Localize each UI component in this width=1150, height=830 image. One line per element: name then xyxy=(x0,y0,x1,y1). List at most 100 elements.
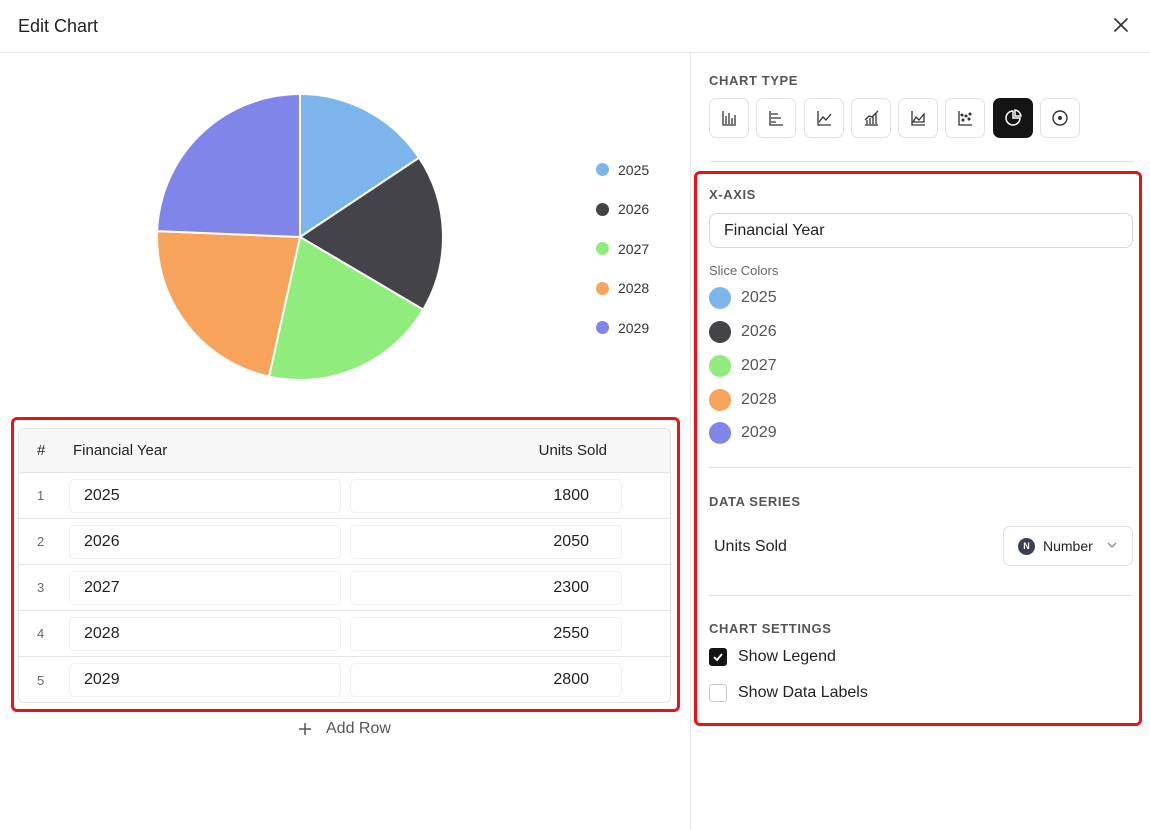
series-name: Units Sold xyxy=(714,538,787,555)
dialog-header: Edit Chart xyxy=(0,0,1150,53)
legend-item: 2026 xyxy=(596,190,649,230)
section-divider xyxy=(709,467,1133,468)
units-cell[interactable]: 2800 xyxy=(350,663,622,697)
show-data-labels-label: Show Data Labels xyxy=(738,684,868,701)
chart-type-selector xyxy=(709,98,1087,138)
column-header-financial-year: Financial Year xyxy=(73,442,168,459)
chart-type-pie-button[interactable] xyxy=(992,98,1033,138)
chart-type-horizontal-bar-button[interactable] xyxy=(756,98,797,138)
close-button[interactable] xyxy=(1110,14,1132,36)
legend-marker xyxy=(596,321,609,335)
checkmark-icon xyxy=(713,653,723,662)
show-legend-option[interactable]: Show Legend xyxy=(709,648,836,666)
bar-chart-icon xyxy=(722,111,736,126)
settings-highlight-box xyxy=(694,171,1142,726)
year-cell[interactable]: 2029 xyxy=(69,663,341,697)
pie-chart-icon xyxy=(1005,109,1022,126)
legend-marker xyxy=(596,202,609,216)
slice-colors-label: Slice Colors xyxy=(709,263,779,278)
column-header-index: # xyxy=(37,442,46,459)
column-header-units-sold: Units Sold xyxy=(538,442,607,459)
dialog-title: Edit Chart xyxy=(18,15,99,36)
slice-color-row[interactable]: 2025 xyxy=(709,287,777,309)
horizontal-bar-chart-icon xyxy=(769,111,784,126)
slice-color-label: 2029 xyxy=(741,424,777,441)
slice-color-row[interactable]: 2029 xyxy=(709,422,777,444)
section-divider xyxy=(709,595,1133,596)
year-cell[interactable]: 2027 xyxy=(69,570,341,605)
table-row: 1 2025 1800 xyxy=(19,473,670,519)
series-type-value: Number xyxy=(1043,538,1093,554)
close-icon xyxy=(1114,18,1128,32)
show-data-labels-option[interactable]: Show Data Labels xyxy=(709,684,868,702)
chart-type-donut-button[interactable] xyxy=(1040,98,1081,138)
year-cell[interactable]: 2028 xyxy=(69,616,341,651)
units-cell[interactable]: 2550 xyxy=(350,616,622,651)
series-type-select[interactable]: N Number xyxy=(1003,526,1133,566)
chart-preview-pane: 2025 2026 2027 2028 2029 # Financial Yea… xyxy=(0,53,690,830)
data-table: # Financial Year Units Sold 1 2025 1800 … xyxy=(18,428,671,703)
table-row: 3 2027 2300 xyxy=(19,565,670,611)
combo-chart-icon xyxy=(864,110,879,126)
row-index: 3 xyxy=(37,580,45,595)
pie-slice-2029 xyxy=(156,92,301,239)
legend-label: 2026 xyxy=(618,201,650,218)
add-row-label: Add Row xyxy=(326,720,391,737)
legend-label: 2029 xyxy=(618,319,650,336)
plus-icon xyxy=(299,723,311,735)
chart-type-label: CHART TYPE xyxy=(709,73,799,88)
legend-label: 2027 xyxy=(618,240,650,257)
chevron-down-icon xyxy=(1107,542,1117,548)
settings-panel: CHART TYPE X-AXIS Slice Colors 2025 2 xyxy=(690,53,1150,830)
show-data-labels-checkbox[interactable] xyxy=(709,684,727,702)
data-series-label: DATA SERIES xyxy=(709,494,801,509)
area-chart-icon xyxy=(911,111,926,126)
slice-color-label: 2027 xyxy=(741,357,777,374)
legend-label: 2025 xyxy=(618,161,650,178)
row-index: 4 xyxy=(37,626,45,641)
line-chart-icon xyxy=(816,111,832,126)
chart-type-combo-button[interactable] xyxy=(850,98,891,138)
color-swatch[interactable] xyxy=(709,287,731,309)
legend-item: 2028 xyxy=(596,269,649,309)
row-index: 5 xyxy=(37,672,45,688)
slice-color-label: 2028 xyxy=(741,391,777,408)
show-legend-checkbox[interactable] xyxy=(709,648,727,666)
legend-marker xyxy=(596,242,609,256)
legend-item: 2029 xyxy=(596,308,649,348)
row-index: 1 xyxy=(37,488,45,503)
color-swatch[interactable] xyxy=(709,422,731,444)
chart-type-area-button[interactable] xyxy=(898,98,939,138)
section-divider xyxy=(709,161,1133,162)
units-cell[interactable]: 2050 xyxy=(350,524,622,559)
color-swatch[interactable] xyxy=(709,321,731,343)
show-legend-label: Show Legend xyxy=(738,648,836,665)
chart-type-line-button[interactable] xyxy=(803,98,844,138)
units-cell[interactable]: 1800 xyxy=(350,478,622,513)
chart-settings-label: CHART SETTINGS xyxy=(709,621,832,636)
units-cell[interactable]: 2300 xyxy=(350,570,622,605)
slice-color-row[interactable]: 2027 xyxy=(709,355,777,377)
slice-color-label: 2026 xyxy=(741,323,777,340)
legend-item: 2025 xyxy=(596,150,649,190)
pie-chart xyxy=(156,92,444,381)
number-type-icon: N xyxy=(1018,537,1035,555)
x-axis-input[interactable] xyxy=(709,213,1133,248)
donut-chart-icon xyxy=(1052,110,1068,126)
add-row-button[interactable]: Add Row xyxy=(298,720,391,738)
color-swatch[interactable] xyxy=(709,355,731,377)
color-swatch[interactable] xyxy=(709,389,731,411)
chart-type-scatter-button[interactable] xyxy=(945,98,986,138)
year-cell[interactable]: 2025 xyxy=(69,478,341,513)
slice-color-row[interactable]: 2028 xyxy=(709,389,777,411)
table-row: 5 2029 2800 xyxy=(19,657,670,702)
chart-type-bar-button[interactable] xyxy=(709,98,749,138)
year-cell[interactable]: 2026 xyxy=(69,524,341,559)
slice-color-row[interactable]: 2026 xyxy=(709,321,777,343)
row-index: 2 xyxy=(37,534,45,549)
table-row: 2 2026 2050 xyxy=(19,519,670,565)
scatter-chart-icon xyxy=(958,111,973,126)
chart-legend: 2025 2026 2027 2028 2029 xyxy=(596,150,649,348)
legend-marker xyxy=(596,281,609,295)
legend-item: 2027 xyxy=(596,229,649,269)
